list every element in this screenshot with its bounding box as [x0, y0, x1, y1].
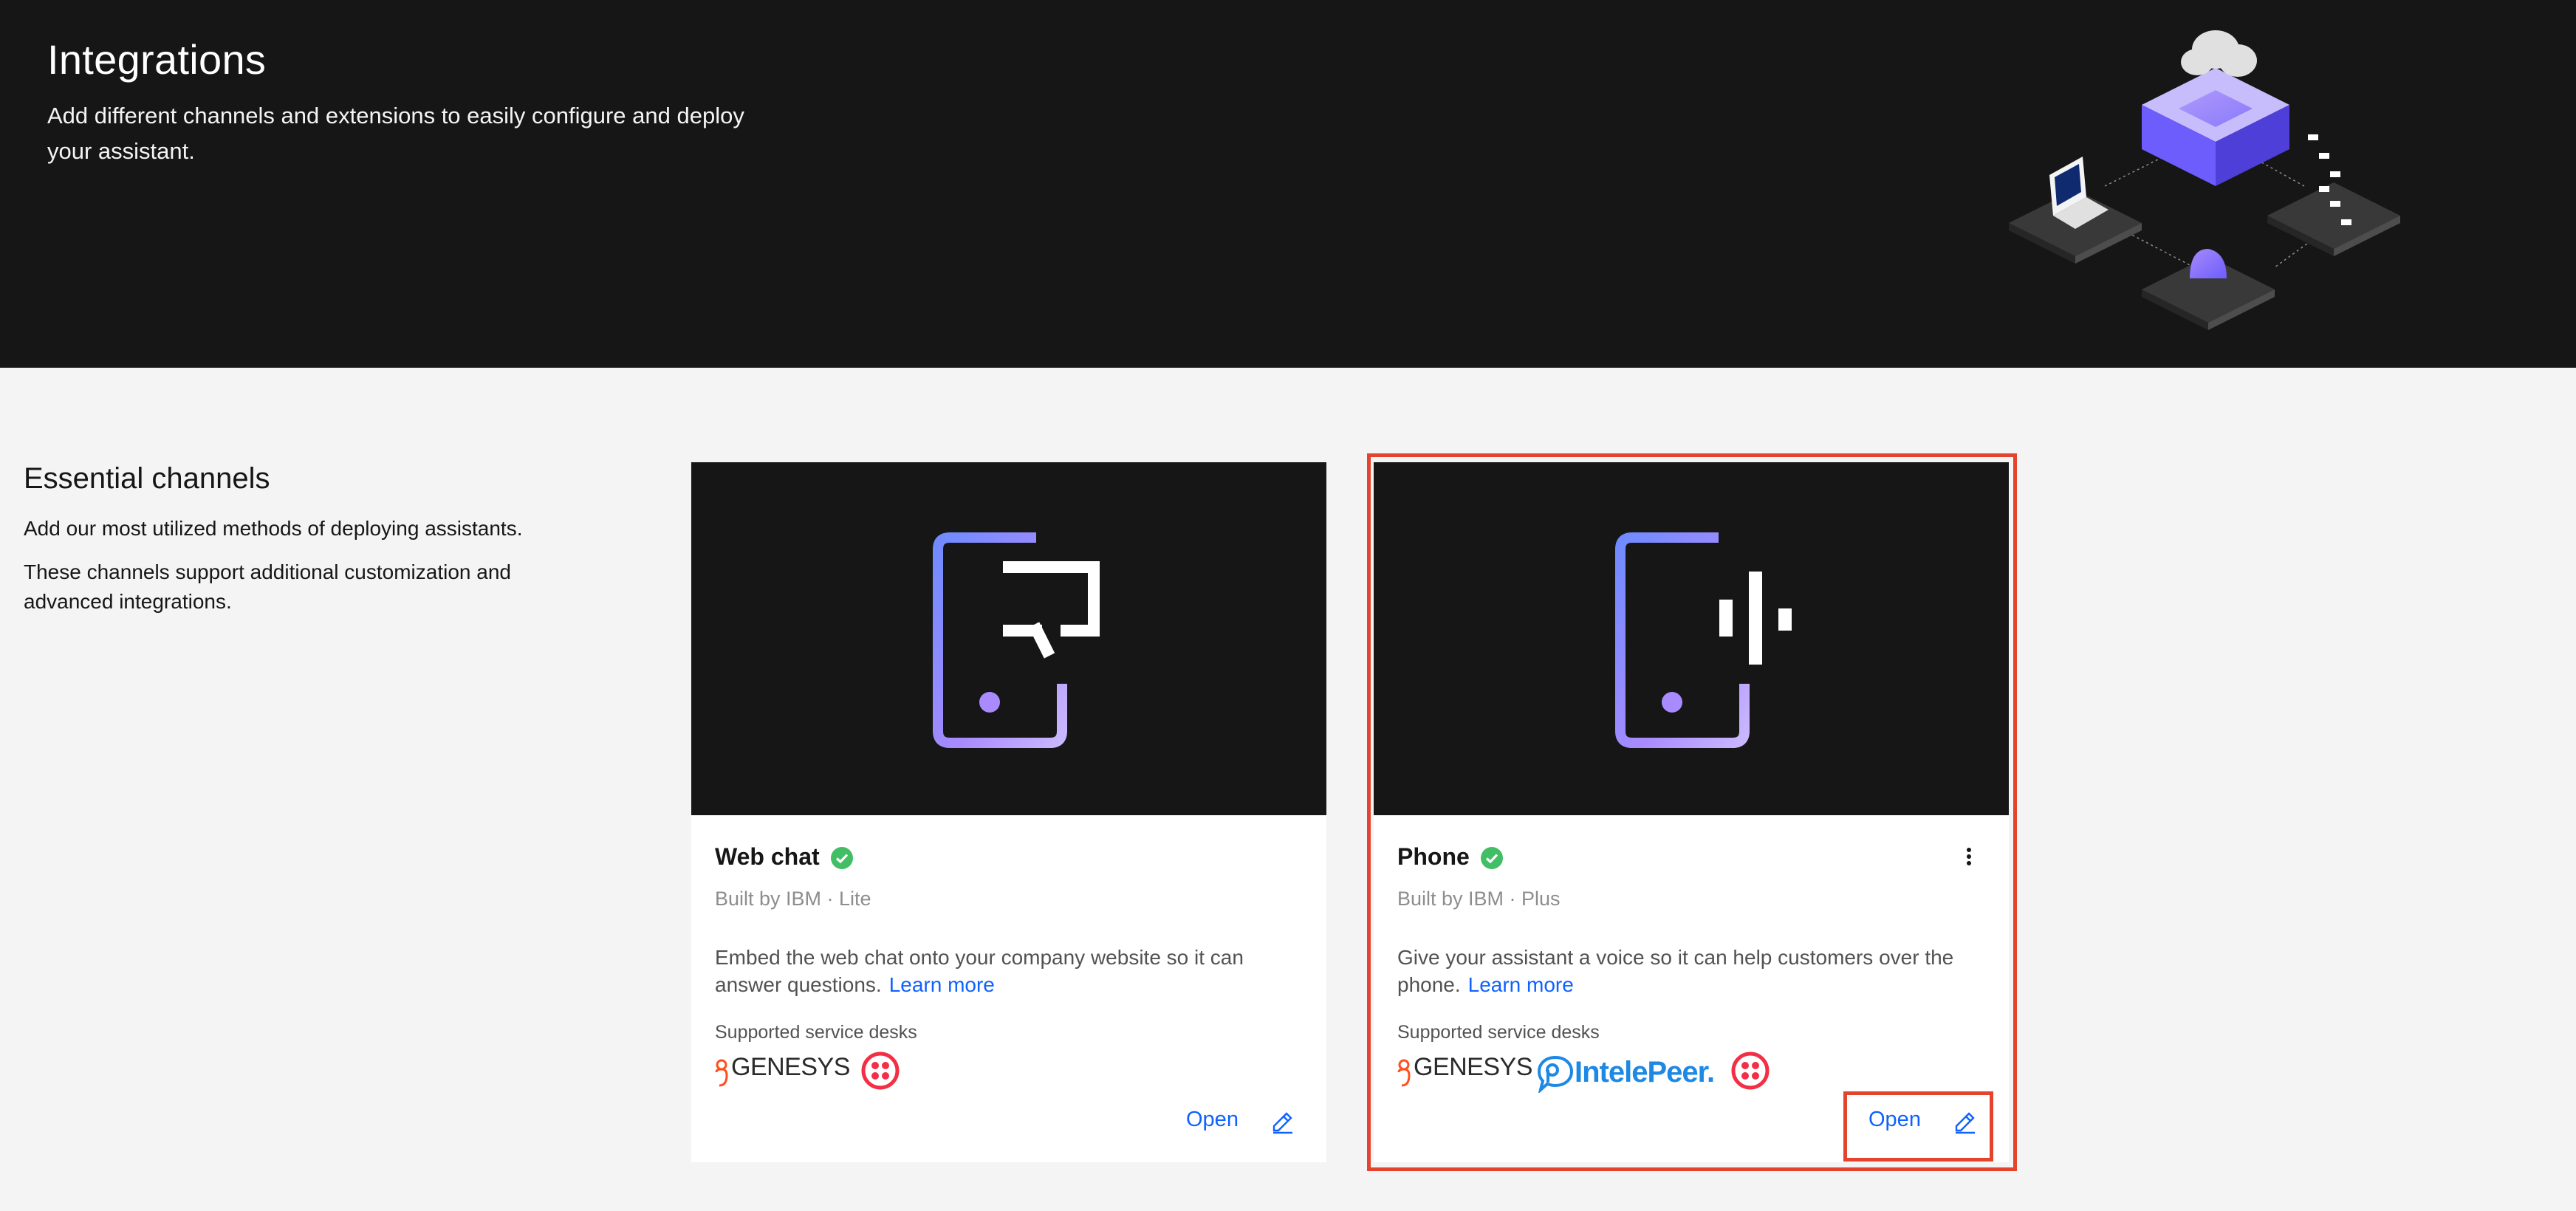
genesys-icon — [715, 1059, 728, 1087]
learn-more-link[interactable]: Learn more — [889, 973, 995, 996]
card-title: Phone — [1397, 843, 1470, 870]
section-description: Add our most utilized methods of deployi… — [24, 517, 523, 540]
twilio-logo — [1731, 1052, 1770, 1090]
section-description-secondary: These channels support additional custom… — [24, 560, 511, 613]
edit-icon[interactable] — [1270, 1109, 1295, 1134]
genesys-label: GENESYS — [731, 1053, 850, 1081]
phone-channel-icon — [1615, 532, 1792, 748]
genesys-logo: GENESYS — [713, 1052, 850, 1096]
card-description: Embed the web chat onto your company web… — [715, 944, 1306, 998]
card-title: Web chat — [715, 843, 820, 870]
page-subtitle: Add different channels and extensions to… — [47, 103, 744, 164]
service-desks-label: Supported service desks — [715, 1022, 917, 1043]
intelepeer-label: IntelePeer. — [1575, 1056, 1715, 1088]
intelepeer-logo: IntelePeer. — [1536, 1052, 1715, 1096]
card-meta: Built by IBM · Lite — [715, 888, 871, 910]
twilio-logo — [861, 1052, 900, 1090]
web-chat-card[interactable]: Web chat Built by IBM · Lite Embed the w… — [691, 462, 1326, 1162]
edit-icon[interactable] — [1953, 1109, 1978, 1134]
service-desks-label: Supported service desks — [1397, 1022, 1600, 1043]
page-title: Integrations — [47, 36, 267, 83]
open-button[interactable]: Open — [1186, 1108, 1239, 1132]
card-meta: Built by IBM · Plus — [1397, 888, 1561, 910]
section-title: Essential channels — [24, 462, 270, 495]
open-button[interactable]: Open — [1868, 1108, 1921, 1132]
overflow-menu-icon[interactable] — [1956, 843, 1982, 870]
card-hero — [1374, 462, 2009, 815]
card-description: Give your assistant a voice so it can he… — [1397, 944, 1988, 998]
intelepeer-icon — [1537, 1055, 1574, 1093]
check-circle-icon — [831, 847, 853, 869]
genesys-logo: GENESYS — [1396, 1052, 1532, 1096]
page-banner: Integrations Add different channels and … — [0, 0, 2576, 368]
web-chat-icon — [933, 532, 1100, 748]
genesys-icon — [1397, 1059, 1411, 1087]
learn-more-link[interactable]: Learn more — [1468, 973, 1574, 996]
genesys-label: GENESYS — [1414, 1053, 1532, 1081]
integrations-illustration — [2009, 30, 2400, 330]
check-circle-icon — [1481, 847, 1503, 869]
phone-card[interactable]: Phone Built by IBM · Plus Give your assi… — [1374, 462, 2009, 1162]
card-hero — [691, 462, 1326, 815]
